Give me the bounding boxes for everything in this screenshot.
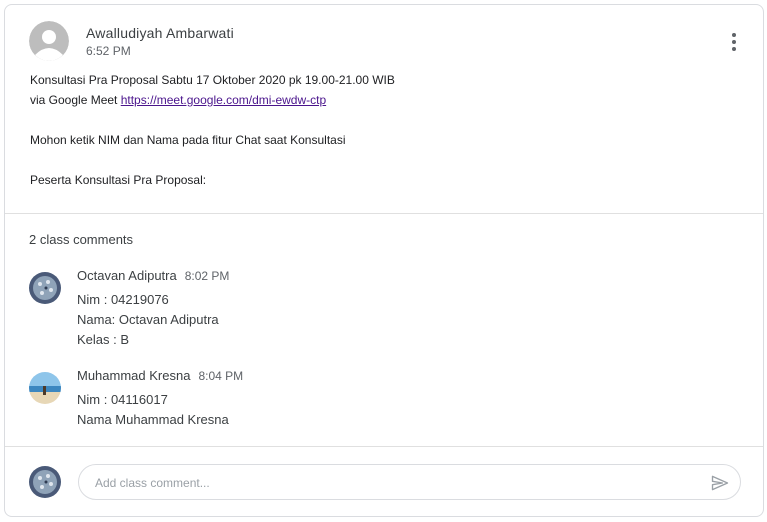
comment-input-container bbox=[78, 464, 741, 501]
commenter-avatar[interactable] bbox=[29, 372, 61, 404]
post-timestamp: 6:52 PM bbox=[86, 44, 131, 58]
comment-timestamp: 8:04 PM bbox=[198, 369, 244, 383]
current-user-avatar bbox=[29, 466, 61, 498]
author-avatar[interactable] bbox=[29, 21, 69, 61]
post-line-instruction: Mohon ketik NIM dan Nama pada fitur Chat… bbox=[30, 133, 346, 147]
comment-timestamp: 8:02 PM bbox=[184, 269, 230, 283]
post-line-participants: Peserta Konsultasi Pra Proposal: bbox=[30, 173, 207, 187]
comment-author: Muhammad Kresna 8:04 PM bbox=[77, 368, 243, 383]
add-class-comment-input[interactable] bbox=[93, 465, 697, 501]
post-divider bbox=[5, 213, 763, 214]
comment-line: Nim : 04116017 bbox=[77, 392, 168, 407]
post-line-meet-prefix: via Google Meet bbox=[30, 93, 121, 107]
meet-link[interactable]: https://meet.google.com/dmi-ewdw-ctp bbox=[121, 93, 326, 107]
post-body: Konsultasi Pra Proposal Sabtu 17 Oktober… bbox=[30, 70, 395, 190]
post-line-meet: via Google Meet https://meet.google.com/… bbox=[30, 90, 395, 110]
class-comments-count[interactable]: 2 class comments bbox=[29, 232, 133, 247]
more-vert-icon[interactable] bbox=[731, 33, 737, 53]
comment-text: Nim : 04116017 Nama Muhammad Kresna bbox=[77, 390, 229, 430]
stream-post-card: Awalludiyah Ambarwati 6:52 PM Konsultasi… bbox=[4, 4, 764, 517]
comment-line: Kelas : B bbox=[77, 332, 130, 347]
post-line-announcement: Konsultasi Pra Proposal Sabtu 17 Oktober… bbox=[30, 73, 395, 87]
comment-line: Nama Muhammad Kresna bbox=[77, 412, 229, 427]
comment-author-name: Muhammad Kresna bbox=[77, 368, 191, 383]
post-author-name: Awalludiyah Ambarwati bbox=[86, 25, 234, 41]
comment-line: Nim : 04219076 bbox=[77, 292, 169, 307]
comment-line: Nama: Octavan Adiputra bbox=[77, 312, 219, 327]
comment-author-name: Octavan Adiputra bbox=[77, 268, 177, 283]
comment-author: Octavan Adiputra 8:02 PM bbox=[77, 268, 229, 283]
commenter-avatar[interactable] bbox=[29, 272, 61, 304]
comment-text: Nim : 04219076 Nama: Octavan Adiputra Ke… bbox=[77, 290, 219, 350]
comments-divider bbox=[5, 446, 763, 447]
send-icon[interactable] bbox=[710, 473, 730, 493]
